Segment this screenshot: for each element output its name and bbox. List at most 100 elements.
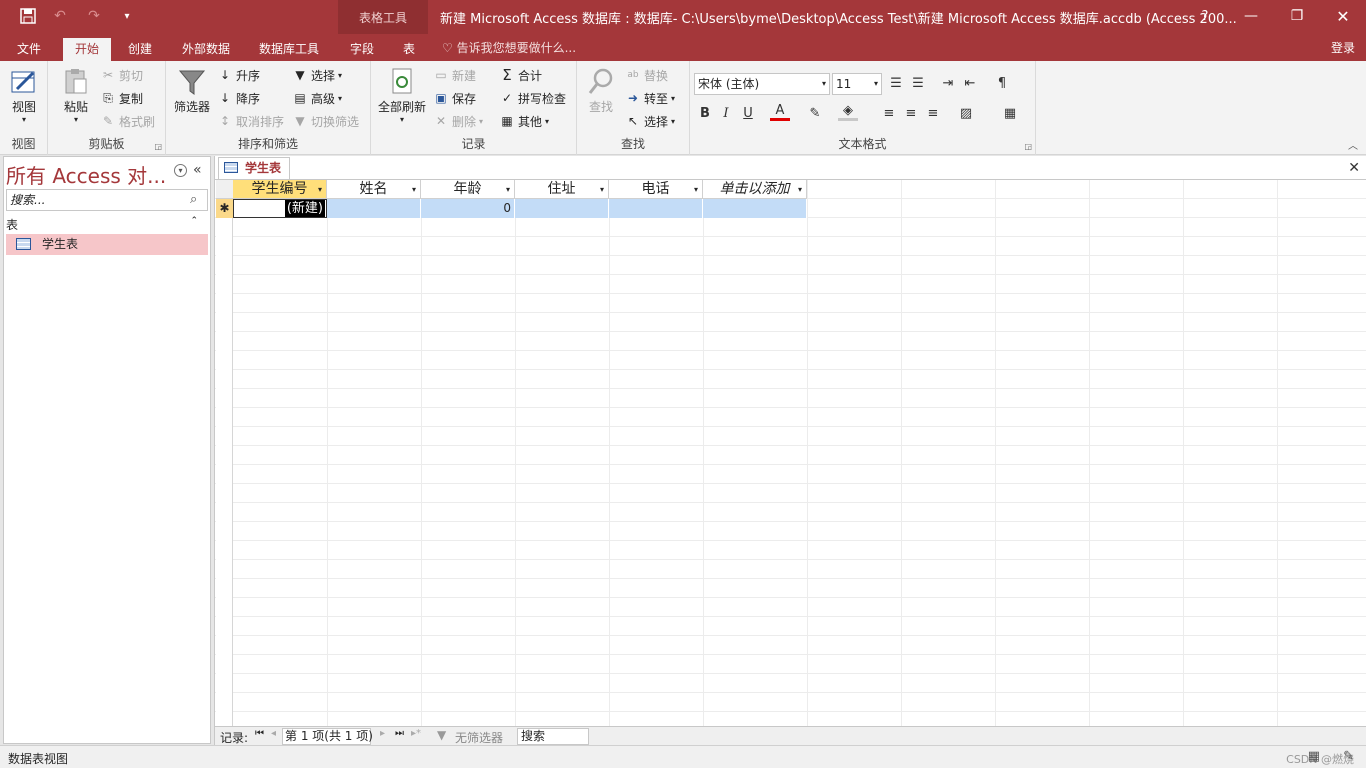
sort-ascending-button[interactable]: ↓ 升序	[217, 65, 260, 85]
chevron-down-icon[interactable]: ▾	[506, 180, 510, 199]
nav-search-input[interactable]: 搜索...	[6, 189, 208, 211]
prev-record-icon[interactable]: ◂	[271, 728, 276, 739]
cell-student-id[interactable]: (新建)	[233, 199, 327, 218]
click-to-add-header[interactable]: 单击以添加 ▾	[703, 180, 807, 199]
tab-fields[interactable]: 字段	[338, 38, 386, 61]
redo-icon[interactable]: ↷	[84, 6, 104, 26]
alt-row-color-icon[interactable]: ▦	[1000, 103, 1020, 123]
filter-button[interactable]: 筛选器	[172, 66, 212, 115]
view-button[interactable]: 视图 ▾	[6, 66, 42, 124]
selection-filter-button[interactable]: ▼ 选择 ▾	[292, 65, 342, 85]
first-record-icon[interactable]: ⏮	[255, 728, 264, 739]
toggle-filter-button[interactable]: ▼ 切换筛选	[292, 111, 359, 131]
goto-button[interactable]: ➜ 转至 ▾	[625, 88, 675, 108]
refresh-all-button[interactable]: 全部刷新 ▾	[376, 66, 428, 124]
more-button[interactable]: ▦ 其他 ▾	[499, 111, 549, 131]
indent-decrease-icon[interactable]: ⇤	[960, 73, 980, 93]
chevron-down-icon[interactable]: ▾	[600, 180, 604, 199]
nav-menu-icon[interactable]: ▾	[174, 164, 187, 177]
copy-button[interactable]: ⎘ 复制	[100, 88, 143, 108]
restore-button[interactable]: ❐	[1274, 0, 1320, 32]
bullets-icon[interactable]: ☰	[886, 73, 906, 93]
current-record-field[interactable]: 第 1 项(共 1 项)	[282, 728, 373, 745]
datasheet-view-icon[interactable]: ▦	[1308, 749, 1320, 764]
design-view-icon[interactable]: ✎	[1343, 749, 1354, 764]
italic-button[interactable]: I	[716, 103, 736, 123]
save-record-button[interactable]: ▣ 保存	[433, 88, 476, 108]
cell-name[interactable]	[327, 199, 421, 218]
new-record-button[interactable]: ▭ 新建	[433, 65, 476, 85]
record-search-input[interactable]: 搜索	[517, 728, 589, 745]
cell-address[interactable]	[515, 199, 609, 218]
dialog-launcher-icon[interactable]: ◲	[154, 142, 162, 151]
undo-icon[interactable]: ↶	[50, 6, 70, 26]
column-header[interactable]: 电话 ▾	[609, 180, 703, 199]
shutter-bar-icon[interactable]: «	[193, 162, 202, 178]
clear-sort-button[interactable]: ↕ 取消排序	[217, 111, 284, 131]
collapse-ribbon-icon[interactable]: ︿	[1348, 137, 1358, 152]
bold-button[interactable]: B	[695, 103, 715, 123]
nav-pane-title[interactable]: 所有 Access 对...	[6, 160, 166, 189]
cell-phone[interactable]	[609, 199, 703, 218]
column-header[interactable]: 住址 ▾	[515, 180, 609, 199]
close-button[interactable]: ✕	[1320, 0, 1366, 32]
paste-button[interactable]: 粘贴 ▾	[56, 66, 96, 124]
font-color-icon[interactable]: A	[770, 103, 790, 121]
chevron-down-icon[interactable]: ▾	[318, 180, 322, 199]
tab-database-tools[interactable]: 数据库工具	[247, 38, 331, 61]
new-record-marker-icon[interactable]: ✱	[216, 199, 233, 218]
column-header[interactable]: 学生编号 ▾	[233, 180, 327, 199]
indent-increase-icon[interactable]: ⇥	[938, 73, 958, 93]
font-size-select[interactable]: 11 ▾	[832, 73, 882, 95]
delete-record-button[interactable]: ✕ 删除 ▾	[433, 111, 483, 131]
highlight-icon[interactable]: ✎	[805, 103, 825, 123]
align-center-icon[interactable]: ≡	[901, 103, 921, 123]
tab-home[interactable]: 开始	[63, 38, 112, 61]
advanced-filter-button[interactable]: ▤ 高级 ▾	[292, 88, 342, 108]
cell-age[interactable]: 0	[421, 199, 515, 218]
select-all-corner[interactable]	[216, 180, 233, 199]
gridlines-icon[interactable]: ▨	[956, 103, 976, 123]
dialog-launcher-icon[interactable]: ◲	[1024, 142, 1032, 151]
close-document-button[interactable]: ✕	[1348, 160, 1360, 176]
cell-add[interactable]	[703, 199, 807, 218]
replace-button[interactable]: ab 替换	[625, 65, 668, 85]
chevron-down-icon[interactable]: ▾	[798, 180, 802, 199]
spelling-button[interactable]: ✓ 拼写检查	[499, 88, 566, 108]
font-family-select[interactable]: 宋体 (主体) ▾	[694, 73, 830, 95]
chevron-down-icon[interactable]: ▾	[694, 180, 698, 199]
column-header[interactable]: 姓名 ▾	[327, 180, 421, 199]
nav-category-tables[interactable]: 表 ⌃	[6, 216, 208, 232]
new-blank-record-icon[interactable]: ▸*	[411, 728, 421, 739]
save-icon[interactable]	[18, 6, 38, 26]
tab-file[interactable]: 文件	[5, 38, 53, 61]
search-icon[interactable]: ⌕	[190, 192, 197, 207]
align-right-icon[interactable]: ≡	[923, 103, 943, 123]
column-header[interactable]: 年龄 ▾	[421, 180, 515, 199]
totals-button[interactable]: Σ 合计	[499, 65, 542, 85]
paragraph-direction-icon[interactable]: ¶	[992, 73, 1012, 93]
last-record-icon[interactable]: ⏭	[395, 728, 404, 739]
fill-color-icon[interactable]: ◈	[838, 103, 858, 121]
login-link[interactable]: 登录	[1331, 39, 1355, 56]
help-button[interactable]: ?	[1182, 0, 1228, 32]
nav-item-student-table[interactable]: 学生表	[6, 234, 208, 255]
tab-external-data[interactable]: 外部数据	[170, 38, 242, 61]
underline-button[interactable]: U	[738, 103, 758, 123]
select-button[interactable]: ↖ 选择 ▾	[625, 111, 675, 131]
tab-create[interactable]: 创建	[116, 38, 164, 61]
tab-table[interactable]: 表	[391, 38, 427, 61]
no-filter-label[interactable]: 无筛选器	[455, 729, 503, 746]
find-button[interactable]: 查找	[583, 66, 619, 115]
sort-descending-button[interactable]: ↓ 降序	[217, 88, 260, 108]
grid-line	[1277, 180, 1278, 726]
numbering-icon[interactable]: ☰	[908, 73, 928, 93]
qat-customize-icon[interactable]: ▾	[117, 6, 137, 26]
format-painter-button[interactable]: ✎ 格式刷	[100, 111, 155, 131]
chevron-down-icon[interactable]: ▾	[412, 180, 416, 199]
minimize-button[interactable]: —	[1228, 0, 1274, 32]
align-left-icon[interactable]: ≡	[879, 103, 899, 123]
cut-button[interactable]: ✂ 剪切	[100, 65, 143, 85]
next-record-icon[interactable]: ▸	[380, 728, 385, 739]
tell-me-box[interactable]: ♡ 告诉我您想要做什么...	[442, 39, 576, 56]
